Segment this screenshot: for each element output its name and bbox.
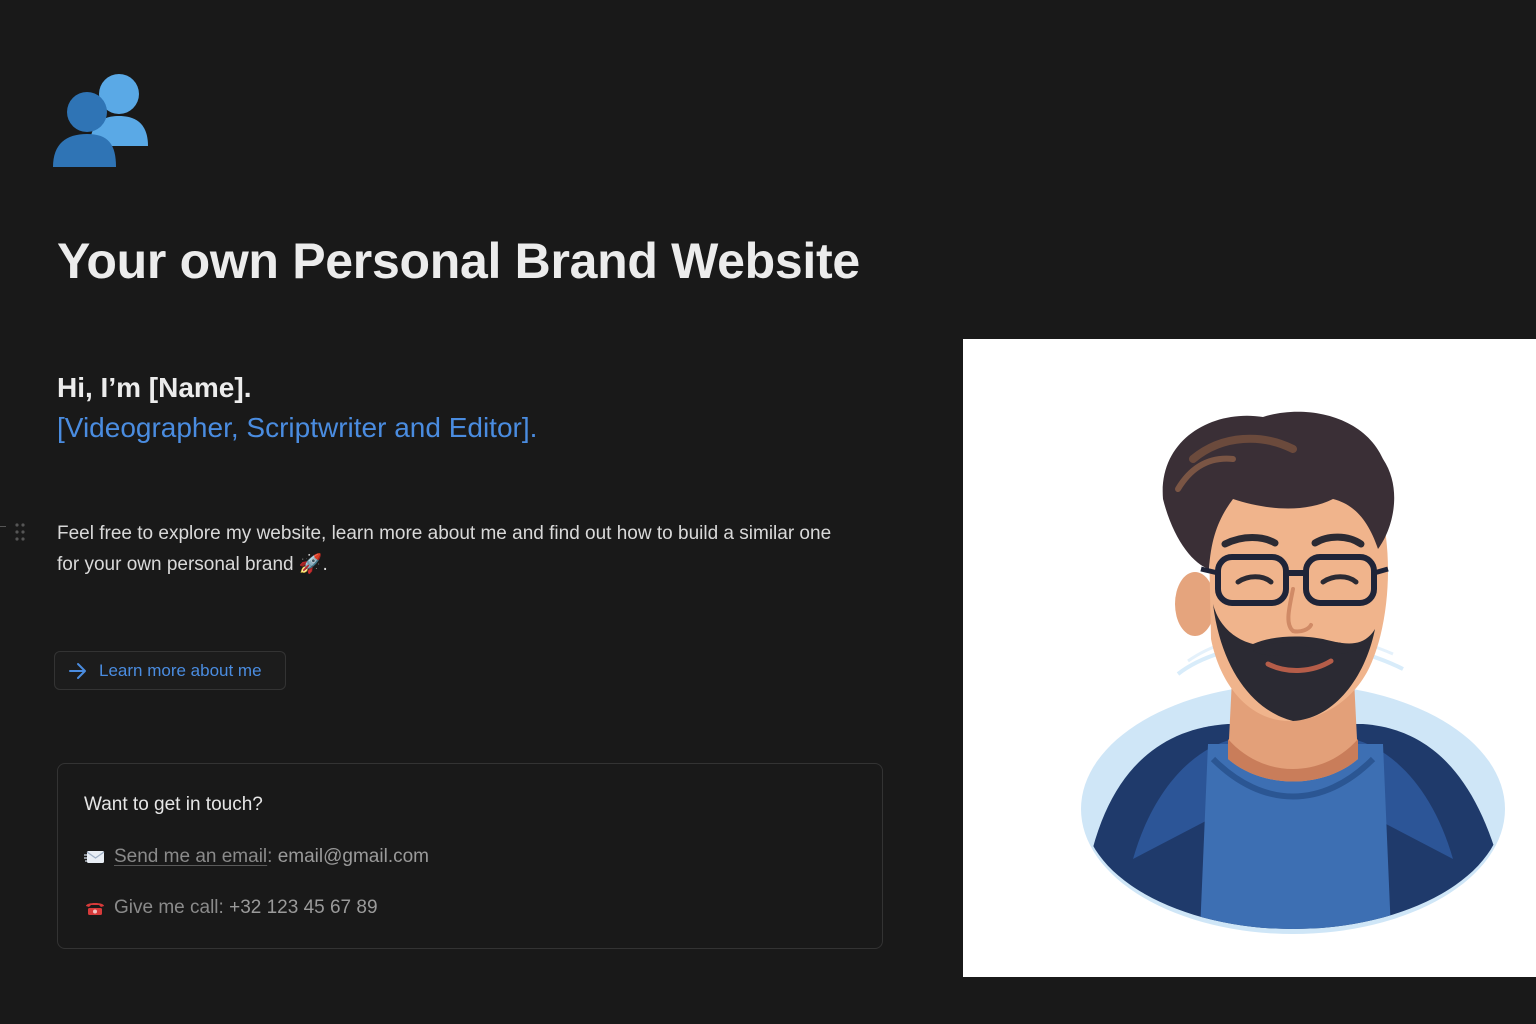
intro-end: .: [322, 554, 328, 575]
contact-card: Want to get in touch? Send me an email: …: [57, 763, 883, 949]
send-email-link[interactable]: Send me an email: [114, 846, 267, 868]
telephone-icon: [86, 903, 104, 915]
contact-phone-line: Give me call: +32 123 45 67 89: [84, 897, 378, 919]
email-value: email@gmail.com: [277, 846, 429, 867]
intro-text: Feel free to explore my website, learn m…: [57, 523, 832, 575]
arrow-right-icon: [69, 662, 86, 679]
portrait-image: [963, 339, 1536, 977]
intro-paragraph: Feel free to explore my website, learn m…: [57, 518, 857, 580]
contact-heading: Want to get in touch?: [84, 794, 263, 815]
greeting: Hi, I’m [Name]. [Videographer, Scriptwri…: [57, 368, 537, 448]
envelope-icon: [84, 851, 105, 863]
busts-in-silhouette-icon[interactable]: [50, 66, 154, 170]
contact-email-line: Send me an email: email@gmail.com: [84, 846, 429, 868]
drag-handle-icon[interactable]: [0, 522, 26, 543]
phone-label: Give me call:: [114, 897, 224, 918]
greeting-name: Hi, I’m [Name].: [57, 372, 252, 403]
learn-more-label: Learn more about me: [99, 660, 262, 680]
drag-handle-dash: [0, 526, 6, 527]
greeting-role: [Videographer, Scriptwriter and Editor].: [57, 412, 538, 443]
rocket-icon: 🚀: [298, 554, 323, 575]
page-title: Your own Personal Brand Website: [57, 233, 860, 289]
phone-value: +32 123 45 67 89: [229, 897, 378, 918]
learn-more-button[interactable]: Learn more about me: [54, 651, 286, 690]
avatar-illustration: [1081, 411, 1505, 934]
page: Your own Personal Brand Website Hi, I’m …: [0, 0, 1536, 1024]
email-separator: :: [267, 846, 273, 867]
